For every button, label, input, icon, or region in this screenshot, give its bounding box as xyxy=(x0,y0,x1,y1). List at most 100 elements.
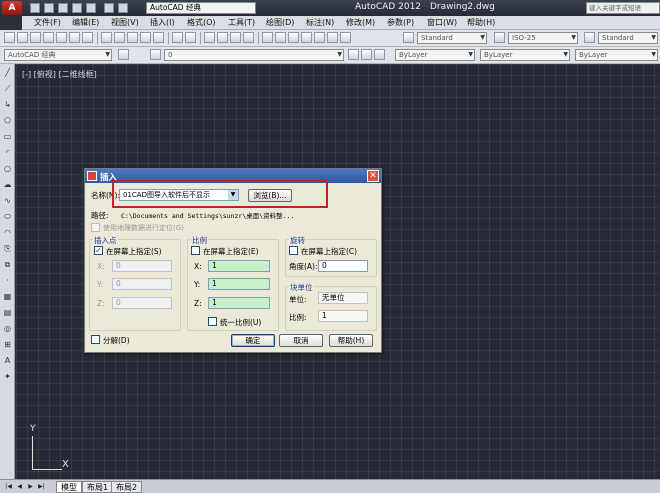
insert-block-icon[interactable]: ⎘ xyxy=(2,244,13,254)
text-style-select[interactable]: Standard ▼ xyxy=(417,32,487,44)
multiline-text-icon[interactable]: A xyxy=(2,356,13,366)
redo-icon[interactable] xyxy=(185,32,196,43)
region-icon[interactable]: ◎ xyxy=(2,324,13,334)
polygon-icon[interactable]: ⬠ xyxy=(2,116,13,126)
first-tab-icon[interactable]: |◀ xyxy=(4,482,13,491)
spline-icon[interactable]: ∿ xyxy=(2,196,13,206)
ellipse-arc-icon[interactable]: ◠ xyxy=(2,228,13,238)
make-block-icon[interactable]: ⧉ xyxy=(2,260,13,270)
circle-icon[interactable]: ○ xyxy=(2,164,13,174)
paste-icon[interactable] xyxy=(127,32,138,43)
prev-tab-icon[interactable]: ◀ xyxy=(15,482,24,491)
properties-icon[interactable] xyxy=(262,32,273,43)
scale-onscreen-checkbox[interactable] xyxy=(191,246,200,255)
copy-icon[interactable] xyxy=(114,32,125,43)
lineweight-select[interactable]: ByLayer ▼ xyxy=(575,49,658,61)
tab-layout1[interactable]: 布局1 xyxy=(82,481,114,493)
layer-properties-icon[interactable] xyxy=(150,49,161,60)
save-as-icon[interactable] xyxy=(72,3,82,13)
pan-icon[interactable] xyxy=(204,32,215,43)
print-icon[interactable] xyxy=(86,3,96,13)
dim-style-icon[interactable] xyxy=(494,32,505,43)
add-selected-icon[interactable]: ✦ xyxy=(2,372,13,382)
viewport-controls[interactable]: [-] [俯视] [二维线框] xyxy=(22,69,97,80)
ellipse-icon[interactable]: ⬭ xyxy=(2,212,13,222)
explode-checkbox[interactable] xyxy=(91,335,100,344)
last-tab-icon[interactable]: ▶| xyxy=(37,482,46,491)
revision-cloud-icon[interactable]: ☁ xyxy=(2,180,13,190)
insertion-z-field[interactable]: 0 xyxy=(112,297,172,309)
sheet-set-icon[interactable] xyxy=(301,32,312,43)
menu-view[interactable]: 视图(V) xyxy=(111,17,139,28)
3d-dwf-icon[interactable] xyxy=(82,32,93,43)
open-icon[interactable] xyxy=(44,3,54,13)
autocad-logo-icon[interactable]: A xyxy=(2,1,22,15)
menu-insert[interactable]: 插入(I) xyxy=(150,17,175,28)
scale-y-field[interactable]: 1 xyxy=(208,278,270,290)
table-style-icon[interactable] xyxy=(584,32,595,43)
publish-icon[interactable] xyxy=(69,32,80,43)
angle-field[interactable]: 0 xyxy=(318,260,368,272)
preview-icon[interactable] xyxy=(56,32,67,43)
menu-modify[interactable]: 修改(M) xyxy=(346,17,375,28)
new-icon[interactable] xyxy=(30,3,40,13)
table-icon[interactable]: ⊞ xyxy=(2,340,13,350)
uniform-scale-checkbox[interactable] xyxy=(208,317,217,326)
insertion-x-field[interactable]: 0 xyxy=(112,260,172,272)
markup-icon[interactable] xyxy=(314,32,325,43)
insertion-onscreen-checkbox[interactable]: ✓ xyxy=(94,246,103,255)
menu-tools[interactable]: 工具(T) xyxy=(228,17,255,28)
hatch-icon[interactable]: ▦ xyxy=(2,292,13,302)
tab-model[interactable]: 模型 xyxy=(56,481,82,493)
save-icon[interactable] xyxy=(30,32,41,43)
rotation-onscreen-checkbox[interactable] xyxy=(289,246,298,255)
text-style-icon[interactable] xyxy=(403,32,414,43)
cancel-button[interactable]: 取消 xyxy=(279,334,323,347)
quickcalc-icon[interactable] xyxy=(327,32,338,43)
redo-icon[interactable] xyxy=(118,3,128,13)
menu-dimension[interactable]: 标注(N) xyxy=(306,17,334,28)
save-icon[interactable] xyxy=(58,3,68,13)
make-current-layer-icon[interactable] xyxy=(348,49,359,60)
scale-x-field[interactable]: 1 xyxy=(208,260,270,272)
help-button[interactable]: 帮助(H) xyxy=(329,334,373,347)
ok-button[interactable]: 确定 xyxy=(231,334,275,347)
workspace-select[interactable]: AutoCAD 经典 ▼ xyxy=(4,49,112,61)
new-icon[interactable] xyxy=(4,32,15,43)
linetype-select[interactable]: ByLayer ▼ xyxy=(480,49,570,61)
zoom-window-icon[interactable] xyxy=(230,32,241,43)
close-icon[interactable]: ✕ xyxy=(367,170,379,182)
zoom-realtime-icon[interactable] xyxy=(217,32,228,43)
menu-draw[interactable]: 绘图(D) xyxy=(266,17,294,28)
workspace-settings-icon[interactable] xyxy=(118,49,129,60)
tab-layout2[interactable]: 布局2 xyxy=(111,481,143,493)
block-editor-icon[interactable] xyxy=(153,32,164,43)
layer-previous-icon[interactable] xyxy=(361,49,372,60)
tool-palettes-icon[interactable] xyxy=(288,32,299,43)
menu-edit[interactable]: 编辑(E) xyxy=(72,17,99,28)
menu-file[interactable]: 文件(F) xyxy=(34,17,61,28)
construction-line-icon[interactable]: ⟋ xyxy=(2,84,13,94)
design-center-icon[interactable] xyxy=(275,32,286,43)
print-icon[interactable] xyxy=(43,32,54,43)
scale-z-field[interactable]: 1 xyxy=(208,297,270,309)
gradient-icon[interactable]: ▤ xyxy=(2,308,13,318)
point-icon[interactable]: · xyxy=(2,276,13,286)
geo-checkbox[interactable] xyxy=(91,223,100,232)
open-icon[interactable] xyxy=(17,32,28,43)
table-style-select[interactable]: Standard ▼ xyxy=(598,32,658,44)
menu-parametric[interactable]: 参数(P) xyxy=(387,17,414,28)
menu-format[interactable]: 格式(O) xyxy=(187,17,216,28)
help-icon[interactable] xyxy=(340,32,351,43)
next-tab-icon[interactable]: ▶ xyxy=(26,482,35,491)
help-search-input[interactable]: 键入关键字或短语 xyxy=(586,2,660,14)
line-icon[interactable]: ╱ xyxy=(2,68,13,78)
layer-states-icon[interactable] xyxy=(374,49,385,60)
menu-help[interactable]: 帮助(H) xyxy=(467,17,495,28)
arc-icon[interactable]: ◜ xyxy=(2,148,13,158)
layer-select[interactable]: 0 ▼ xyxy=(164,49,344,61)
polyline-icon[interactable]: ↳ xyxy=(2,100,13,110)
rectangle-icon[interactable]: ▭ xyxy=(2,132,13,142)
color-select[interactable]: ByLayer ▼ xyxy=(395,49,475,61)
insertion-y-field[interactable]: 0 xyxy=(112,278,172,290)
